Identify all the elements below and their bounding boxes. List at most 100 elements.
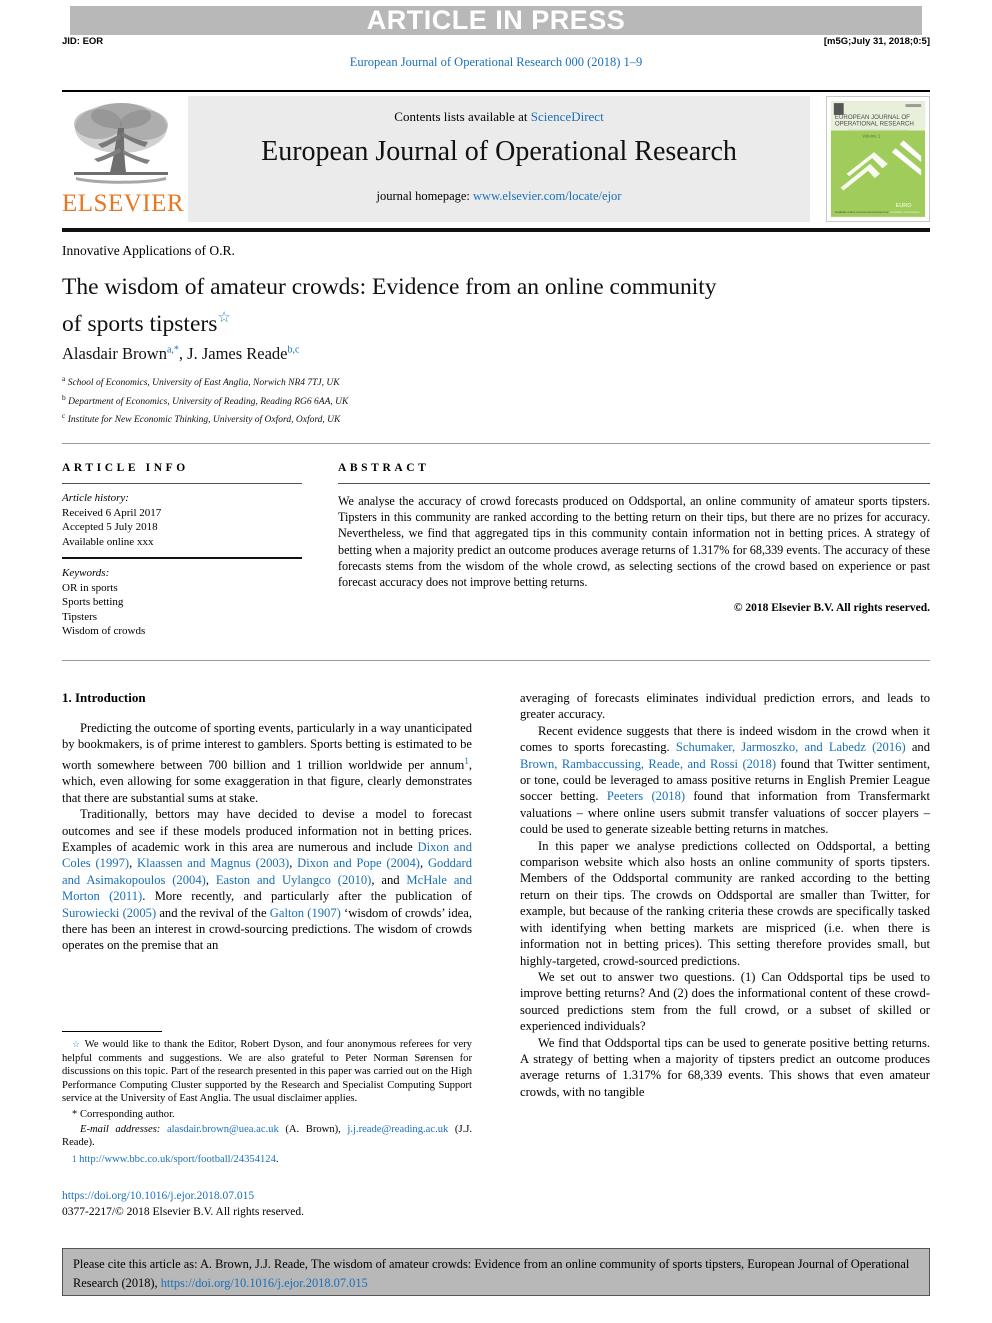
author-name-2: J. James Reade <box>187 344 288 363</box>
running-head: European Journal of Operational Research… <box>349 55 643 69</box>
elsevier-wordmark: ELSEVIER <box>62 190 185 217</box>
journal-masthead: ELSEVIER Contents lists available at Sci… <box>62 96 930 222</box>
footnote-text: Corresponding author. <box>79 1108 175 1120</box>
author-1-affiliation-marks[interactable]: a,* <box>167 345 179 356</box>
title-footnote-star-icon[interactable]: ☆ <box>217 310 230 326</box>
affiliation-list: a School of Economics, University of Eas… <box>62 372 862 428</box>
cite-doi-link[interactable]: https://doi.org/10.1016/j.ejor.2018.07.0… <box>161 1276 368 1290</box>
affiliation-item: b Department of Economics, University of… <box>62 391 862 410</box>
production-marker-row: JID: EOR [m5G;July 31, 2018;0:5] <box>62 36 930 47</box>
doi-link[interactable]: https://doi.org/10.1016/j.ejor.2018.07.0… <box>62 1190 254 1202</box>
affiliation-mark: a <box>62 374 66 383</box>
footnote-acknowledgement: ☆ We would like to thank the Editor, Rob… <box>62 1038 472 1106</box>
paragraph-text: Predicting the outcome of sporting event… <box>62 721 472 772</box>
abstract-block: ABSTRACT We analyse the accuracy of crow… <box>338 462 930 614</box>
citation-link[interactable]: Peeters (2018) <box>607 789 685 803</box>
email-link-2[interactable]: j.j.reade@reading.ac.uk <box>347 1124 448 1135</box>
history-item: Accepted 5 July 2018 <box>62 521 158 533</box>
history-item: Available online xxx <box>62 535 154 548</box>
keywords-rule <box>62 557 302 559</box>
keywords-list: Keywords: OR in sports Sports betting Ti… <box>62 566 302 639</box>
article-in-press-label: ARTICLE IN PRESS <box>366 5 626 35</box>
homepage-prefix: journal homepage: <box>376 189 474 203</box>
citation-link[interactable]: Easton and Uylangco (2010) <box>216 873 372 887</box>
email-label: E-mail addresses: <box>80 1123 161 1135</box>
article-history: Article history: Received 6 April 2017 A… <box>62 491 302 549</box>
article-info-heading: ARTICLE INFO <box>62 462 189 474</box>
body-column-right: averaging of forecasts eliminates indivi… <box>520 690 930 1100</box>
journal-homepage-link[interactable]: www.elsevier.com/locate/ejor <box>473 189 621 203</box>
footnote-number: 1 <box>72 1153 77 1164</box>
please-cite-box: Please cite this article as: A. Brown, J… <box>62 1248 930 1296</box>
abstract-copyright: © 2018 Elsevier B.V. All rights reserved… <box>733 602 930 615</box>
paragraph: We find that Oddsportal tips can be used… <box>520 1035 930 1099</box>
citation-link[interactable]: Schumaker, Jarmoszko, and Labedz (2016) <box>676 740 906 754</box>
email-link-1[interactable]: alasdair.brown@uea.ac.uk <box>167 1124 279 1135</box>
journal-homepage-line: journal homepage: www.elsevier.com/locat… <box>188 189 810 204</box>
sep: . More recently, and particularly after … <box>142 889 472 904</box>
affiliation-text: School of Economics, University of East … <box>67 378 340 389</box>
paragraph: We set out to answer two questions. (1) … <box>520 969 930 1034</box>
sep: and the revival of the <box>156 905 270 920</box>
footnote-corresponding-author: * Corresponding author. <box>62 1108 472 1122</box>
section-heading-introduction: 1. Introduction <box>62 690 146 705</box>
issn-copyright-line: 0377-2217/© 2018 Elsevier B.V. All right… <box>62 1206 305 1218</box>
masthead-top-rule <box>62 90 930 92</box>
citation-link[interactable]: Galton (1907) <box>270 906 341 920</box>
citation-link[interactable]: Surowiecki (2005) <box>62 906 156 920</box>
paragraph: Recent evidence suggests that there is i… <box>520 723 930 838</box>
author-name-1: Alasdair Brown <box>62 344 167 363</box>
svg-text:EURO: EURO <box>896 203 912 209</box>
footnote-block: ☆ We would like to thank the Editor, Rob… <box>62 1038 472 1166</box>
footnote-star-icon: ☆ <box>72 1039 82 1049</box>
affiliation-item: a School of Economics, University of Eas… <box>62 372 862 391</box>
footnote-emails: E-mail addresses: alasdair.brown@uea.ac.… <box>62 1123 472 1150</box>
info-block-top-rule <box>62 443 930 444</box>
svg-text:Available online at www.scienc: Available online at www.sciencedirect.co… <box>835 210 891 214</box>
keyword-item: OR in sports <box>62 581 118 594</box>
page-title: The wisdom of amateur crowds: Evidence f… <box>62 272 862 340</box>
elsevier-logo: ELSEVIER <box>62 98 185 220</box>
svg-text:Volume 1: Volume 1 <box>862 133 881 138</box>
paragraph: averaging of forecasts eliminates indivi… <box>520 691 930 722</box>
email-owner-1: (A. Brown), <box>285 1123 341 1135</box>
body-column-left: 1. Introduction Predicting the outcome o… <box>62 690 472 954</box>
affiliation-text: Institute for New Economic Thinking, Uni… <box>67 415 341 426</box>
abstract-text: We analyse the accuracy of crowd forecas… <box>338 494 930 590</box>
article-in-press-banner: ARTICLE IN PRESS <box>70 6 922 35</box>
abstract-rule <box>338 483 930 484</box>
section-kicker: Innovative Applications of O.R. <box>62 243 235 258</box>
sep: , <box>419 856 428 871</box>
keyword-item: Sports betting <box>62 596 124 608</box>
sep: , <box>289 856 298 871</box>
citation-link[interactable]: Dixon and Pope (2004) <box>297 856 420 870</box>
affiliation-text: Department of Economics, University of R… <box>68 396 349 407</box>
sep: and <box>905 740 931 755</box>
article-info-rule <box>62 483 302 484</box>
article-history-label: Article history: <box>62 492 129 504</box>
footnote-url-link[interactable]: http://www.bbc.co.uk/sport/football/2435… <box>79 1154 276 1165</box>
author-list: Alasdair Browna,*, J. James Readeb,c <box>62 344 300 363</box>
journal-cover-thumbnail: EUROPEAN JOURNAL OF OPERATIONAL RESEARCH… <box>826 96 930 222</box>
paragraph: In this paper we analyse predictions col… <box>520 838 930 968</box>
paragraph: Predicting the outcome of sporting event… <box>62 720 472 806</box>
affiliation-mark: c <box>62 411 66 421</box>
author-2-affiliation-marks[interactable]: b,c <box>288 345 300 356</box>
contents-available-line: Contents lists available at ScienceDirec… <box>188 109 810 125</box>
abstract-heading: ABSTRACT <box>338 462 430 474</box>
keyword-item: Tipsters <box>62 610 98 623</box>
history-item: Received 6 April 2017 <box>62 506 162 519</box>
sciencedirect-link[interactable]: ScienceDirect <box>531 109 604 124</box>
title-line-2: of sports tipsters <box>62 310 218 337</box>
paragraph: Traditionally, bettors may have decided … <box>62 806 472 954</box>
sep: , <box>129 856 138 871</box>
journal-article-page: ARTICLE IN PRESS JID: EOR [m5G;July 31, … <box>0 0 992 1323</box>
citation-link[interactable]: Klaassen and Magnus (2003) <box>137 856 289 870</box>
footnote-separator-rule <box>62 1031 162 1032</box>
footnote-numbered-1: 1 http://www.bbc.co.uk/sport/football/24… <box>62 1153 472 1167</box>
elsevier-tree-icon <box>68 98 174 190</box>
keywords-label: Keywords: <box>62 567 110 579</box>
citation-link[interactable]: Brown, Rambaccussing, Reade, and Rossi (… <box>520 757 776 771</box>
sep: , <box>205 872 216 887</box>
affiliation-item: c Institute for New Economic Thinking, U… <box>62 409 862 428</box>
